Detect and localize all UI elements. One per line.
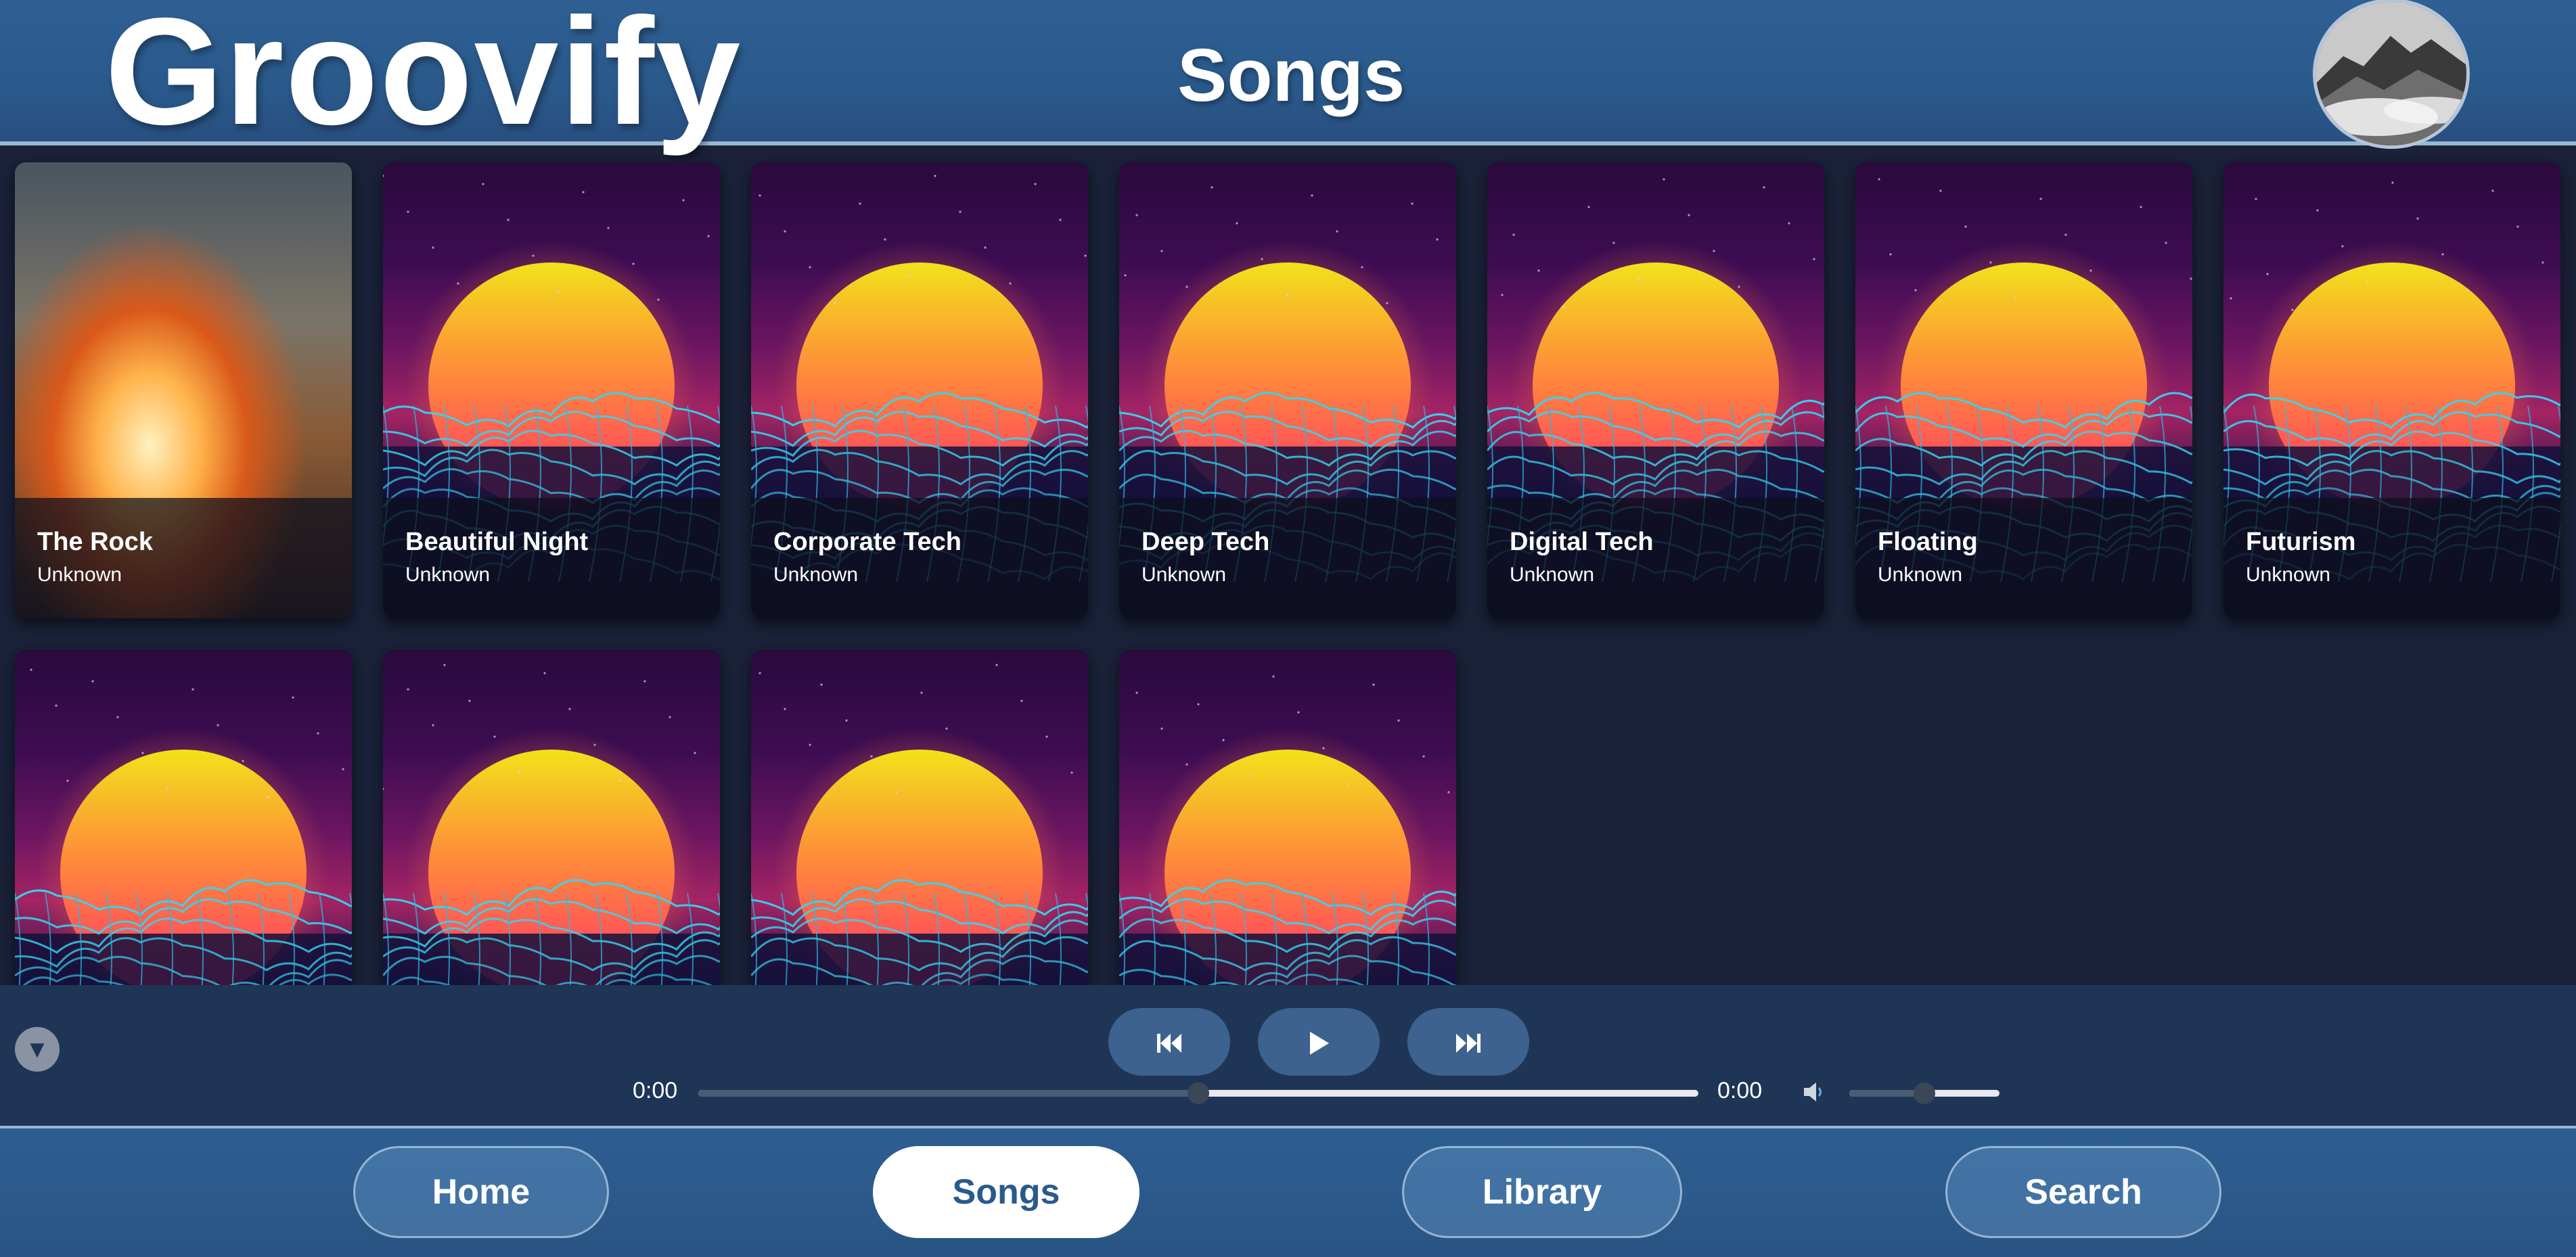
seek-slider[interactable] [698, 1082, 1698, 1104]
page-title: Songs [1177, 34, 1405, 117]
bottom-navigation: Home Songs Library Search [0, 1128, 2576, 1257]
play-button[interactable] [1258, 1008, 1380, 1076]
collapse-player-button[interactable]: ▼ [15, 1027, 60, 1072]
song-title: Corporate Tech [773, 528, 962, 556]
card-caption [15, 498, 352, 618]
song-title: Deep Tech [1142, 528, 1270, 556]
song-artist: Unknown [773, 564, 859, 586]
user-avatar[interactable] [2313, 0, 2470, 149]
song-card[interactable]: Futurism Unknown [2223, 162, 2560, 618]
app-logo-text[interactable]: Groovify [105, 0, 742, 149]
seek-progress [698, 1090, 1198, 1097]
song-card[interactable]: Corporate Tech Unknown [751, 162, 1088, 618]
volume-handle[interactable] [1914, 1082, 1935, 1104]
song-artist: Unknown [1878, 564, 1963, 586]
nav-home[interactable]: Home [353, 1146, 609, 1238]
skip-previous-icon [1157, 1034, 1181, 1053]
song-artist: Unknown [1510, 564, 1595, 586]
song-artist: Unknown [2246, 564, 2331, 586]
song-title: Futurism [2246, 528, 2356, 556]
mountain-avatar-icon [2316, 2, 2466, 145]
nav-search[interactable]: Search [1945, 1146, 2221, 1238]
speaker-icon[interactable] [1800, 1078, 1827, 1109]
player-bar: ▼ 0:00 0:00 [0, 985, 2576, 1128]
song-card[interactable]: Beautiful Night Unknown [383, 162, 720, 618]
seek-handle[interactable] [1188, 1082, 1209, 1104]
skip-next-icon [1456, 1034, 1481, 1053]
song-card[interactable]: Floating Unknown [1855, 162, 2192, 618]
card-caption [383, 498, 720, 618]
card-caption [751, 498, 1088, 618]
song-artist: Unknown [1142, 564, 1227, 586]
card-caption [1855, 498, 2192, 618]
song-title: The Rock [37, 528, 154, 556]
play-icon [1310, 1032, 1329, 1055]
current-time: 0:00 [633, 1078, 678, 1103]
app-header: Groovify Songs [0, 0, 2576, 149]
next-track-button[interactable] [1407, 1008, 1529, 1076]
song-artist: Unknown [37, 564, 122, 586]
duration-time: 0:00 [1717, 1078, 1763, 1103]
song-card[interactable]: Digital Tech Unknown [1487, 162, 1824, 618]
nav-library[interactable]: Library [1402, 1146, 1682, 1238]
previous-track-button[interactable] [1108, 1008, 1230, 1076]
song-title: Digital Tech [1510, 528, 1654, 556]
card-caption [1487, 498, 1824, 618]
card-caption [2223, 498, 2560, 618]
card-caption [1119, 498, 1456, 618]
song-card[interactable]: The Rock Unknown [15, 162, 352, 618]
nav-songs[interactable]: Songs [873, 1146, 1139, 1238]
song-title: Floating [1878, 528, 1978, 556]
triangle-down-icon: ▼ [25, 1035, 49, 1063]
volume-slider[interactable] [1849, 1082, 1999, 1104]
song-artist: Unknown [405, 564, 491, 586]
song-title: Beautiful Night [405, 528, 589, 556]
song-card[interactable]: Deep Tech Unknown [1119, 162, 1456, 618]
